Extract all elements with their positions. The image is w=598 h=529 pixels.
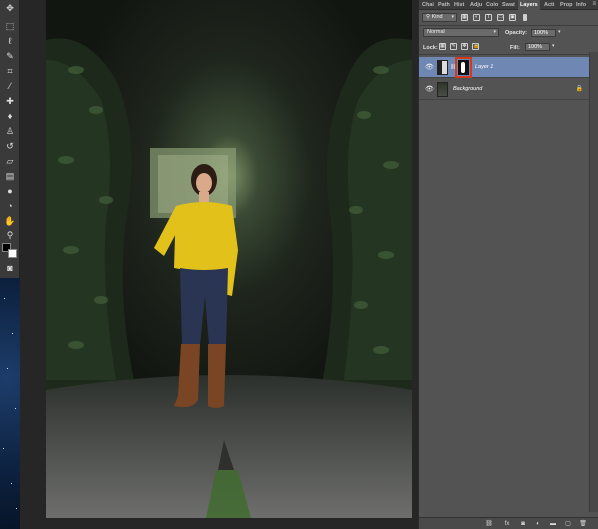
link-layers-icon[interactable]: ⛓ [485,520,493,528]
search-icon: ⚲ [426,14,431,20]
opacity-chevron-icon[interactable]: ▾ [558,29,561,35]
tab-actions[interactable]: Acti [544,0,554,10]
filter-shape-icon[interactable]: ▭ [497,14,504,21]
filter-pixel-icon[interactable]: ▦ [461,14,468,21]
eraser-tool-icon[interactable]: ▱ [3,155,17,167]
zoom-tool-icon[interactable]: ⚲ [3,229,17,241]
history-brush-tool-icon[interactable]: ↺ [3,140,17,152]
panel-menu-icon[interactable]: ≡ [592,1,596,7]
lock-pixels-icon[interactable]: ✎ [450,43,457,50]
brush-tool-icon[interactable]: ♦ [3,110,17,122]
layer-row-layer-1[interactable]: 👁 ⛓ Layer 1 [419,57,589,78]
layers-bottom-toolbar: ⛓ fx ◙ ◐ ▬ ▢ 🗑 [419,517,598,529]
tab-paths[interactable]: Path [438,0,450,10]
fill-field[interactable]: 100% [525,43,550,51]
document-canvas-area[interactable] [20,0,418,529]
layer-style-fx-icon[interactable]: fx [503,520,511,528]
layer-row-background[interactable]: 👁 Background 🔒 [419,79,589,100]
layer-name[interactable]: Background [453,86,482,92]
trash-icon[interactable]: 🗑 [579,520,587,528]
blur-tool-icon[interactable]: ● [3,185,17,197]
hand-tool-icon[interactable]: ✋ [3,215,17,227]
layers-scrollbar[interactable] [589,52,598,512]
tab-layers[interactable]: Layers [518,0,540,10]
blend-mode-dropdown[interactable]: Normal ▾ [423,28,499,37]
layer-filter-row: ⚲ Kind ▾ ▦ ◐ T ▭ ▣ [419,11,598,25]
fill-label: Fill: [510,45,520,51]
tab-properties[interactable]: Prop [560,0,573,10]
opacity-label: Opacity: [505,30,528,36]
layer-mask-thumbnail[interactable] [455,57,472,78]
chevron-down-icon: ▾ [493,29,496,35]
eyedropper-tool-icon[interactable]: ⁄ [3,80,17,92]
filter-adjustment-icon[interactable]: ◐ [473,14,480,21]
lasso-tool-icon[interactable]: ℓ [3,35,17,47]
lock-all-icon[interactable]: 🔒 [472,43,479,50]
opacity-field[interactable]: 100% [531,29,556,37]
add-mask-icon[interactable]: ◙ [519,520,527,528]
lock-position-icon[interactable]: ✥ [461,43,468,50]
layer-thumbnail[interactable] [437,82,448,97]
fill-chevron-icon[interactable]: ▾ [552,43,555,49]
quick-mask-icon[interactable]: ◙ [3,262,17,274]
quick-select-tool-icon[interactable]: ✎ [3,50,17,62]
gradient-tool-icon[interactable]: ▤ [3,170,17,182]
healing-brush-tool-icon[interactable]: ✚ [3,95,17,107]
filter-kind-dropdown[interactable]: ⚲ Kind ▾ [422,13,457,22]
photo-artwork [46,0,412,518]
filter-type-icon[interactable]: T [485,14,492,21]
lock-transparent-icon[interactable]: ▦ [439,43,446,50]
crop-tool-icon[interactable]: ⌗ [3,65,17,77]
chevron-down-icon: ▾ [451,14,454,20]
tab-color[interactable]: Colo [486,0,498,10]
lock-label: Lock: [423,45,438,51]
visibility-eye-icon[interactable]: 👁 [425,63,434,72]
clone-stamp-tool-icon[interactable]: ♙ [3,125,17,137]
tools-panel: ✥ ⬚ ℓ ✎ ⌗ ⁄ ✚ ♦ ♙ ↺ ▱ ▤ ● ◔ ✋ ⚲ ◙ [0,0,20,529]
panel-tab-bar: Chai Path Hist Adju Colo Swat Layers Act… [419,0,598,10]
tab-swatches[interactable]: Swat [502,0,515,10]
layer-name[interactable]: Layer 1 [475,64,493,70]
desktop-background [0,278,20,529]
background-color-swatch[interactable] [8,249,17,258]
visibility-eye-icon[interactable]: 👁 [425,85,434,94]
layer-thumbnail[interactable] [437,60,448,75]
divider [419,54,598,55]
filter-smart-object-icon[interactable]: ▣ [509,14,516,21]
new-layer-icon[interactable]: ▢ [564,520,572,528]
divider [419,25,598,26]
adjustment-layer-icon[interactable]: ◐ [534,520,542,528]
tab-adjustments[interactable]: Adju [470,0,482,10]
lock-icon: 🔒 [575,86,583,92]
tab-channels[interactable]: Chai [422,0,434,10]
filter-toggle-icon[interactable] [523,14,527,21]
dodge-tool-icon[interactable]: ◔ [3,200,17,212]
marquee-tool-icon[interactable]: ⬚ [3,20,17,32]
new-group-icon[interactable]: ▬ [549,520,557,528]
document-image[interactable] [46,0,412,518]
layers-panel: Chai Path Hist Adju Colo Swat Layers Act… [418,0,598,529]
move-tool-icon[interactable]: ✥ [3,2,17,14]
tab-history[interactable]: Hist [454,0,464,10]
tab-info[interactable]: Info [576,0,586,10]
